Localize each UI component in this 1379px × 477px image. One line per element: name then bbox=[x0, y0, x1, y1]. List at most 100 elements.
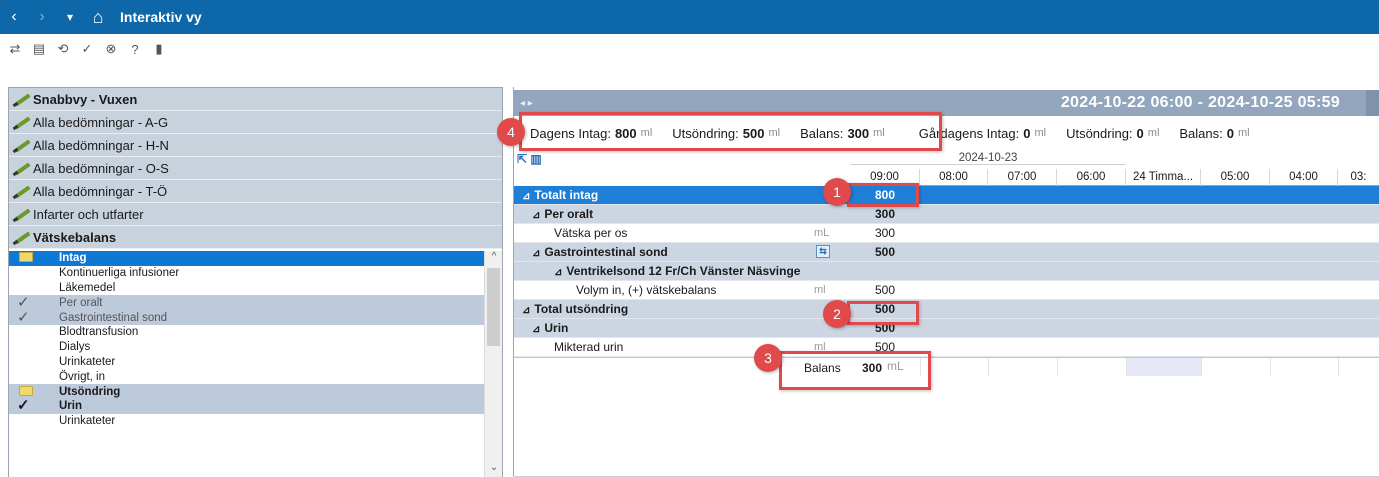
callout-box-4 bbox=[519, 112, 942, 151]
flowsheet-row[interactable]: Mikterad urin ml 500 bbox=[514, 338, 1379, 357]
time-column-header[interactable]: 04:00 bbox=[1270, 169, 1338, 186]
sidebar-item[interactable]: Blodtransfusion bbox=[9, 325, 485, 340]
date-header: 2024-10-23 bbox=[850, 152, 1126, 165]
time-column-header[interactable]: 24 Timma... bbox=[1126, 169, 1201, 186]
layout-icon[interactable]: ▤ bbox=[30, 40, 48, 58]
callout-badge-2: 2 bbox=[823, 300, 851, 328]
check-icon[interactable]: ✓ bbox=[78, 40, 96, 58]
forward-button[interactable]: › bbox=[28, 0, 56, 34]
flowsheet-row[interactable]: ⊿ Gastrointestinal sond 500 ⇆ bbox=[514, 243, 1379, 262]
sidebar-item-label: Dialys bbox=[59, 341, 91, 354]
scroll-up-icon[interactable]: ^ bbox=[485, 251, 502, 267]
checkmark-icon: ✓ bbox=[17, 293, 30, 311]
pencil-icon bbox=[13, 92, 31, 106]
sidebar-category-label: Alla bedömningar - T-Ö bbox=[33, 183, 168, 199]
flowsheet-row[interactable]: ⊿ Urin 500 bbox=[514, 319, 1379, 338]
refresh-icon[interactable]: ⟲ bbox=[54, 40, 72, 58]
trash-icon[interactable]: ▮ bbox=[150, 40, 168, 58]
row-unit: ml bbox=[814, 284, 826, 296]
time-column-header[interactable]: 07:00 bbox=[988, 169, 1057, 186]
flowsheet-row[interactable]: ⊿ Totalt intag 800 bbox=[514, 186, 1379, 205]
sidebar-category[interactable]: Alla bedömningar - O-S bbox=[9, 157, 502, 180]
collapse-triangle-icon[interactable]: ⊿ bbox=[522, 305, 530, 316]
sidebar: Snabbvy - Vuxen Alla bedömningar - A-G All… bbox=[8, 87, 503, 477]
yesterday-intake-value: 0 bbox=[1023, 125, 1031, 141]
row-value-cell[interactable]: 300 bbox=[850, 205, 920, 223]
collapse-triangle-icon[interactable]: ⊿ bbox=[532, 210, 540, 221]
row-value-cell[interactable]: 500 bbox=[850, 281, 920, 299]
title-bar: ‹ › ▾ ⌂ Interaktiv vy bbox=[0, 0, 1379, 34]
flowsheet-row[interactable]: ⊿ Per oralt 300 bbox=[514, 205, 1379, 224]
calculator-grid-icon[interactable]: ⇆ bbox=[816, 245, 830, 258]
row-label: Mikterad urin bbox=[554, 338, 623, 356]
sidebar-item[interactable]: ✓ Per oralt bbox=[9, 293, 485, 311]
time-column-header[interactable]: 06:00 bbox=[1057, 169, 1126, 186]
row-label: ⊿ Totalt intag bbox=[522, 186, 598, 204]
sidebar-item-label: Urinkateter bbox=[59, 355, 116, 368]
sidebar-item[interactable]: Läkemedel bbox=[9, 281, 485, 296]
row-label: Volym in, (+) vätskebalans bbox=[576, 281, 716, 299]
sidebar-category[interactable]: Alla bedömningar - H-N bbox=[9, 134, 502, 157]
sidebar-item[interactable]: Kontinuerliga infusioner bbox=[9, 266, 485, 281]
sidebar-item[interactable]: Dialys bbox=[9, 340, 485, 355]
row-value-cell[interactable]: 300 bbox=[850, 224, 920, 242]
collapse-triangle-icon[interactable]: ⊿ bbox=[532, 248, 540, 259]
balance-row: Balans 300 mL bbox=[514, 357, 1379, 379]
sidebar-category[interactable]: Alla bedömningar - T-Ö bbox=[9, 180, 502, 203]
time-column-header[interactable]: 05:00 bbox=[1201, 169, 1270, 186]
sidebar-category[interactable]: Snabbvy - Vuxen bbox=[9, 88, 502, 111]
sidebar-item[interactable]: Intag bbox=[9, 251, 485, 266]
sidebar-item-label: Blodtransfusion bbox=[59, 326, 139, 339]
sidebar-category[interactable]: Infarter och utfarter bbox=[9, 203, 502, 226]
scroll-thumb[interactable] bbox=[487, 268, 500, 346]
sidebar-item[interactable]: Urinkateter bbox=[9, 355, 485, 370]
row-value-cell[interactable] bbox=[850, 262, 920, 280]
date-nav-arrows-icon[interactable]: ◂ ▸ bbox=[514, 98, 554, 109]
collapse-triangle-icon[interactable]: ⊿ bbox=[522, 191, 530, 202]
sidebar-item[interactable]: Övrigt, in bbox=[9, 369, 485, 384]
sidebar-item-label: Utsöndring bbox=[59, 385, 121, 398]
row-label-text: Urin bbox=[544, 321, 569, 335]
collapse-triangle-icon[interactable]: ⊿ bbox=[532, 324, 540, 335]
callout-badge-3: 3 bbox=[754, 344, 782, 372]
row-value-cell[interactable]: 500 bbox=[850, 243, 920, 261]
window-title: Interaktiv vy bbox=[120, 9, 202, 25]
unit-label: ml bbox=[1034, 127, 1047, 139]
sidebar-item[interactable]: ✓ Urin bbox=[9, 398, 485, 414]
row-label-text: Totalt intag bbox=[534, 188, 599, 202]
sidebar-item-label: Urinkateter bbox=[59, 415, 116, 428]
time-column-header[interactable]: 03: bbox=[1338, 169, 1379, 186]
unit-label: ml bbox=[1147, 127, 1160, 139]
row-unit: mL bbox=[814, 227, 830, 239]
back-button[interactable]: ‹ bbox=[0, 0, 28, 34]
row-label: ⊿ Per oralt bbox=[532, 205, 593, 223]
sidebar-category[interactable]: Vätskebalans bbox=[9, 226, 502, 249]
sidebar-item-label: Övrigt, in bbox=[59, 370, 106, 383]
sidebar-item[interactable]: Utsöndring bbox=[9, 384, 485, 399]
yesterday-output-label: Utsöndring: bbox=[1066, 125, 1133, 141]
collapse-triangle-icon[interactable]: ⊿ bbox=[554, 267, 562, 278]
sidebar-item[interactable]: Urinkateter bbox=[9, 414, 485, 429]
flowsheet-row[interactable]: Vätska per os mL 300 bbox=[514, 224, 1379, 243]
scroll-down-icon[interactable]: ⌄ bbox=[485, 462, 502, 477]
sidebar-item[interactable]: ✓ Gastrointestinal sond bbox=[9, 310, 485, 325]
sidebar-scrollbar[interactable]: ^ ⌄ bbox=[484, 251, 502, 477]
sidebar-item-list: Intag Kontinuerliga infusioner Läkemedel ✓ P… bbox=[9, 251, 485, 477]
callout-badge-4: 4 bbox=[497, 118, 525, 146]
help-icon[interactable]: ? bbox=[126, 40, 144, 58]
flowsheet-row[interactable]: ⊿ Total utsöndring 500 bbox=[514, 300, 1379, 319]
connect-icon[interactable]: ⇄ bbox=[6, 40, 24, 58]
row-label-text: Vätska per os bbox=[554, 226, 628, 240]
menu-dropdown-button[interactable]: ▾ bbox=[56, 0, 84, 34]
unit-label: ml bbox=[1238, 127, 1250, 139]
cancel-icon[interactable]: ⊗ bbox=[102, 40, 120, 58]
flowsheet-row[interactable]: Volym in, (+) vätskebalans ml 500 bbox=[514, 281, 1379, 300]
sidebar-item-label: Intag bbox=[59, 252, 87, 265]
flowsheet-row[interactable]: ⊿ Ventrikelsond 12 Fr/Ch Vänster Näsvinge bbox=[514, 262, 1379, 281]
date-range: 2024-10-22 06:00 - 2024-10-25 05:59 bbox=[1060, 94, 1340, 111]
home-icon[interactable]: ⌂ bbox=[84, 0, 112, 34]
time-column-header[interactable]: 08:00 bbox=[920, 169, 988, 186]
sidebar-category[interactable]: Alla bedömningar - A-G bbox=[9, 111, 502, 134]
row-label-text: Volym in, (+) vätskebalans bbox=[576, 283, 717, 297]
grid-tools-icon[interactable]: ⇱ ▥ bbox=[517, 152, 542, 166]
